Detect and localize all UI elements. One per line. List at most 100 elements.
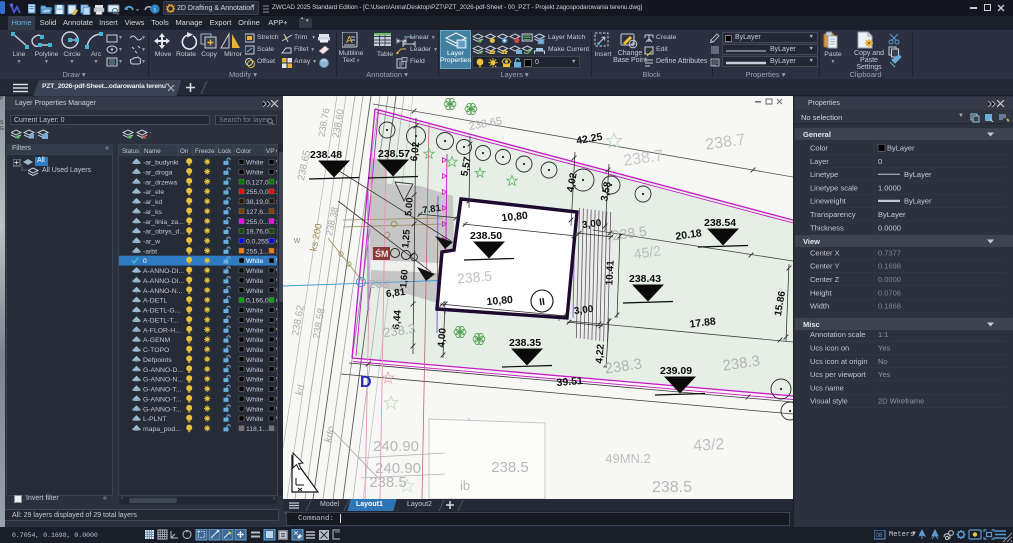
svg-text:Layer: Layer xyxy=(810,157,829,166)
svg-text:118,1...: 118,1... xyxy=(246,426,268,433)
svg-text:238.38: 238.38 xyxy=(324,206,341,237)
svg-text:4,00: 4,00 xyxy=(436,327,449,348)
svg-text:White: White xyxy=(246,357,264,364)
svg-text:Ucs per viewport: Ucs per viewport xyxy=(810,370,867,379)
svg-text:255,0...: 255,0... xyxy=(246,219,269,226)
svg-text:0,127,0: 0,127,0 xyxy=(246,179,269,186)
svg-text:Linetype scale: Linetype scale xyxy=(810,183,858,192)
svg-text:238.7: 238.7 xyxy=(622,147,664,169)
svg-text:10,80: 10,80 xyxy=(486,294,513,308)
svg-text:238.5: 238.5 xyxy=(456,268,493,287)
svg-text:White: White xyxy=(246,288,264,295)
svg-text:White: White xyxy=(246,337,264,344)
svg-text:A-DETL-G...: A-DETL-G... xyxy=(143,308,180,315)
svg-text:-ar_kd: -ar_kd xyxy=(143,199,162,206)
svg-text:19,76,0: 19,76,0 xyxy=(246,229,269,236)
svg-text:VP C: VP C xyxy=(266,148,278,155)
svg-text:0: 0 xyxy=(878,157,882,166)
svg-text:-ar_ele: -ar_ele xyxy=(143,189,164,196)
svg-text:Visual style: Visual style xyxy=(810,397,848,406)
svg-text:ByLayer: ByLayer xyxy=(904,170,932,179)
svg-text:White: White xyxy=(246,169,264,176)
svg-text:238.5: 238.5 xyxy=(491,459,529,476)
svg-text:Ucs icon at origin: Ucs icon at origin xyxy=(810,357,868,366)
svg-text:w: w xyxy=(293,235,301,245)
svg-text:-ar_linia_za...: -ar_linia_za... xyxy=(143,219,184,226)
svg-text:White: White xyxy=(246,347,264,354)
svg-text:-ar_obrys_d...: -ar_obrys_d... xyxy=(143,229,185,236)
svg-text:10.41: 10.41 xyxy=(604,260,616,286)
svg-text:-ar_w: -ar_w xyxy=(143,239,160,246)
svg-text:Name: Name xyxy=(144,148,161,155)
svg-text:238.54: 238.54 xyxy=(704,217,736,229)
svg-text:238.57: 238.57 xyxy=(378,148,410,160)
svg-text:A-DETL: A-DETL xyxy=(143,298,167,305)
svg-text:Linetype: Linetype xyxy=(810,170,838,179)
svg-text:Color: Color xyxy=(236,148,251,155)
svg-text:G-ANNO-T...: G-ANNO-T... xyxy=(143,387,182,394)
svg-text:Defpoints: Defpoints xyxy=(143,357,172,364)
svg-text:238.5: 238.5 xyxy=(369,474,407,491)
svg-text:A-FLOR-H...: A-FLOR-H... xyxy=(143,327,181,334)
svg-text:0.0706: 0.0706 xyxy=(878,288,901,297)
svg-text:240.90: 240.90 xyxy=(373,438,419,455)
svg-text:G-ANNO-D...: G-ANNO-D... xyxy=(143,367,183,374)
svg-text:238.48: 238.48 xyxy=(310,149,342,161)
svg-text:ŚM: ŚM xyxy=(375,248,389,259)
svg-text:238: 238 xyxy=(369,277,389,291)
svg-text:Height: Height xyxy=(810,288,833,297)
svg-text:38,19,0: 38,19,0 xyxy=(246,199,269,206)
svg-text:ByLayer: ByLayer xyxy=(887,144,915,153)
svg-text:View: View xyxy=(803,237,820,246)
svg-text:i: i xyxy=(154,6,156,14)
svg-text:mapa_pod...: mapa_pod... xyxy=(143,426,181,433)
svg-text:L-PLNT: L-PLNT xyxy=(143,416,166,423)
svg-text:Lock: Lock xyxy=(218,148,232,155)
svg-text:255,0,0: 255,0,0 xyxy=(246,189,269,196)
svg-text:ks 200: ks 200 xyxy=(308,223,325,253)
svg-text:-arbt: -arbt xyxy=(143,248,157,255)
svg-text:On: On xyxy=(180,148,189,155)
svg-text:White: White xyxy=(246,327,264,334)
svg-text:1,60: 1,60 xyxy=(398,269,411,288)
svg-text:43/2: 43/2 xyxy=(693,436,725,455)
svg-text:General: General xyxy=(803,130,831,139)
svg-text:127,6...: 127,6... xyxy=(246,209,269,216)
svg-text:0.0000: 0.0000 xyxy=(878,223,901,232)
svg-text:White: White xyxy=(246,367,264,374)
svg-text:Yes: Yes xyxy=(878,370,890,379)
svg-text:Annotation scale: Annotation scale xyxy=(810,330,865,339)
svg-text:A-ANNO-N...: A-ANNO-N... xyxy=(143,288,182,295)
svg-text:No: No xyxy=(878,357,888,366)
svg-text:G-ANNO-N...: G-ANNO-N... xyxy=(143,377,183,384)
svg-text:Color: Color xyxy=(810,144,828,153)
svg-text:White: White xyxy=(246,160,264,167)
svg-text:A-GENM: A-GENM xyxy=(143,337,171,344)
svg-text:0.1868: 0.1868 xyxy=(878,302,901,311)
svg-text:5.00: 5.00 xyxy=(403,197,416,216)
svg-text:-ar_droga: -ar_droga xyxy=(143,169,173,176)
svg-text:1.0000: 1.0000 xyxy=(878,183,901,192)
svg-text:39.51: 39.51 xyxy=(556,375,583,389)
svg-text:White: White xyxy=(246,387,264,394)
svg-text:Width: Width xyxy=(810,302,829,311)
svg-text:238.62: 238.62 xyxy=(290,304,306,336)
svg-text:2D Wireframe: 2D Wireframe xyxy=(878,397,924,406)
svg-text:White: White xyxy=(246,396,264,403)
svg-text:49MN.2: 49MN.2 xyxy=(605,451,651,466)
svg-text:White: White xyxy=(246,318,264,325)
svg-text:0,0,255: 0,0,255 xyxy=(246,239,269,246)
svg-text:Center Y: Center Y xyxy=(810,262,839,271)
svg-text:Freeze: Freeze xyxy=(195,148,215,155)
svg-text:White: White xyxy=(246,416,264,423)
svg-text:-ar_ks: -ar_ks xyxy=(143,209,162,216)
svg-text:0.1698: 0.1698 xyxy=(878,262,901,271)
svg-text:0: 0 xyxy=(143,258,147,265)
svg-text:Center Z: Center Z xyxy=(810,275,840,284)
svg-text:Center X: Center X xyxy=(810,248,840,257)
svg-text:238.65: 238.65 xyxy=(296,149,313,182)
svg-text:238.35: 238.35 xyxy=(509,337,541,349)
svg-text:White: White xyxy=(246,278,264,285)
svg-text:238.76: 238.76 xyxy=(317,107,333,138)
svg-text:White: White xyxy=(246,377,264,384)
